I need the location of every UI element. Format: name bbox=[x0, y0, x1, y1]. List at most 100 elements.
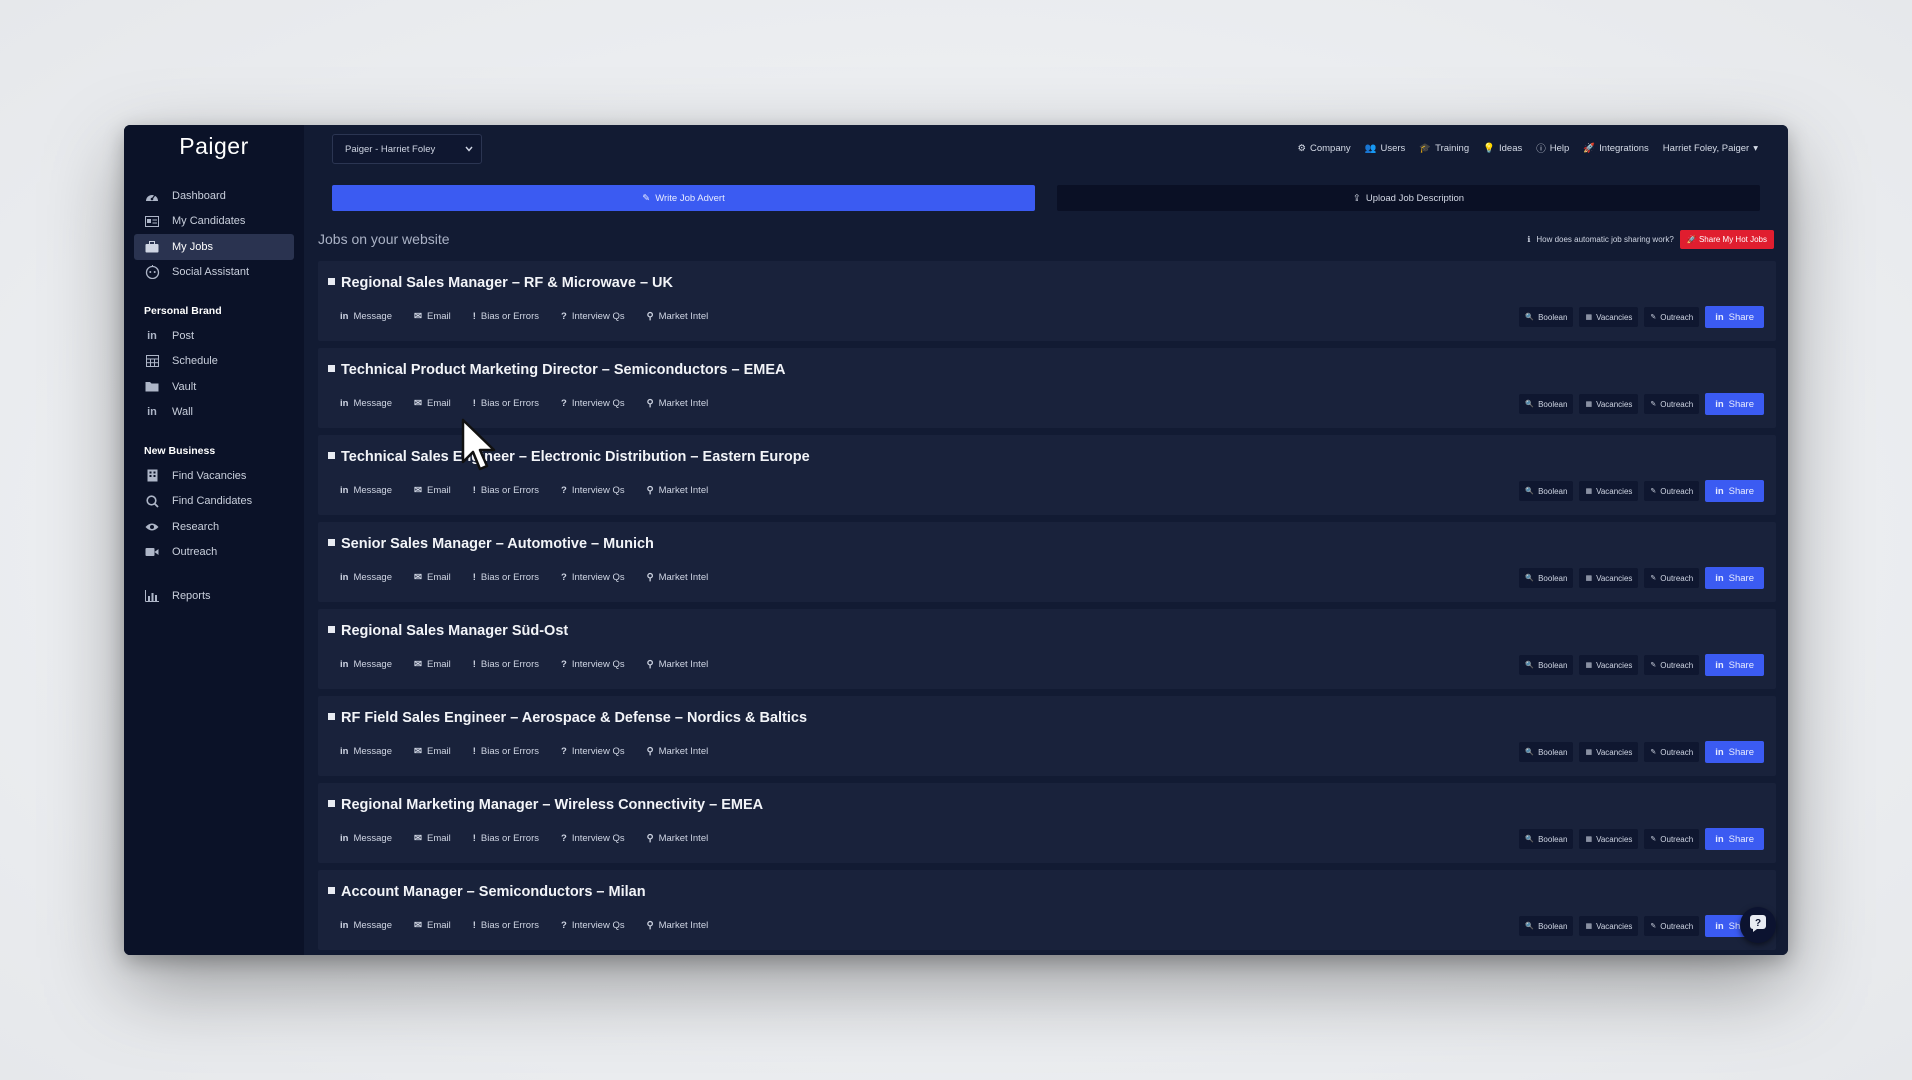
job-action-message[interactable]: in Message bbox=[340, 572, 392, 583]
job-action-email[interactable]: ✉ Email bbox=[414, 485, 451, 496]
job-action-interview-qs[interactable]: ? Interview Qs bbox=[561, 659, 625, 670]
job-tool-outreach-button[interactable]: ✎ Outreach bbox=[1644, 307, 1700, 327]
job-action-email[interactable]: ✉ Email bbox=[414, 920, 451, 931]
job-action-interview-qs[interactable]: ? Interview Qs bbox=[561, 920, 625, 931]
job-title[interactable]: Regional Sales Manager Süd-Ost bbox=[328, 623, 568, 639]
sidebar-item-dashboard[interactable]: Dashboard bbox=[134, 183, 294, 209]
sidebar-item-find-candidates[interactable]: Find Candidates bbox=[134, 489, 294, 515]
job-tool-boolean-button[interactable]: 🔍 Boolean bbox=[1519, 568, 1574, 588]
top-menu-integrations[interactable]: 🚀 Integrations bbox=[1583, 143, 1649, 154]
job-action-market-intel[interactable]: ⚲ Market Intel bbox=[647, 659, 709, 670]
job-action-email[interactable]: ✉ Email bbox=[414, 572, 451, 583]
sidebar-item-social-assistant[interactable]: Social Assistant bbox=[134, 260, 294, 286]
job-action-message[interactable]: in Message bbox=[340, 746, 392, 757]
job-action-bias-or-errors[interactable]: ! Bias or Errors bbox=[473, 398, 539, 409]
job-action-email[interactable]: ✉ Email bbox=[414, 311, 451, 322]
share-button[interactable]: in Share bbox=[1705, 741, 1764, 763]
job-tool-vacancies-button[interactable]: ▦ Vacancies bbox=[1579, 829, 1639, 849]
job-tool-boolean-button[interactable]: 🔍 Boolean bbox=[1519, 655, 1574, 675]
job-tool-outreach-button[interactable]: ✎ Outreach bbox=[1644, 916, 1700, 936]
job-tool-boolean-button[interactable]: 🔍 Boolean bbox=[1519, 742, 1574, 762]
job-tool-boolean-button[interactable]: 🔍 Boolean bbox=[1519, 829, 1574, 849]
top-menu-users[interactable]: 👥 Users bbox=[1365, 143, 1406, 154]
sidebar-item-post[interactable]: in Post bbox=[134, 323, 294, 349]
job-title[interactable]: Senior Sales Manager – Automotive – Muni… bbox=[328, 536, 654, 552]
job-sharing-help-link[interactable]: How does automatic job sharing work? bbox=[1536, 235, 1673, 244]
top-menu-training[interactable]: 🎓 Training bbox=[1419, 143, 1469, 154]
job-tool-vacancies-button[interactable]: ▦ Vacancies bbox=[1579, 307, 1639, 327]
job-tool-vacancies-button[interactable]: ▦ Vacancies bbox=[1579, 916, 1639, 936]
job-action-bias-or-errors[interactable]: ! Bias or Errors bbox=[473, 485, 539, 496]
share-button[interactable]: in Share bbox=[1705, 393, 1764, 415]
share-button[interactable]: in Share bbox=[1705, 480, 1764, 502]
job-action-bias-or-errors[interactable]: ! Bias or Errors bbox=[473, 920, 539, 931]
job-tool-vacancies-button[interactable]: ▦ Vacancies bbox=[1579, 742, 1639, 762]
job-tool-vacancies-button[interactable]: ▦ Vacancies bbox=[1579, 394, 1639, 414]
job-tool-outreach-button[interactable]: ✎ Outreach bbox=[1644, 568, 1700, 588]
account-select[interactable]: Paiger - Harriet Foley bbox=[332, 134, 482, 164]
sidebar-item-outreach[interactable]: Outreach bbox=[134, 540, 294, 566]
job-action-market-intel[interactable]: ⚲ Market Intel bbox=[647, 311, 709, 322]
job-action-email[interactable]: ✉ Email bbox=[414, 833, 451, 844]
job-action-message[interactable]: in Message bbox=[340, 659, 392, 670]
job-action-interview-qs[interactable]: ? Interview Qs bbox=[561, 746, 625, 757]
job-tool-outreach-button[interactable]: ✎ Outreach bbox=[1644, 655, 1700, 675]
job-action-bias-or-errors[interactable]: ! Bias or Errors bbox=[473, 572, 539, 583]
job-tool-boolean-button[interactable]: 🔍 Boolean bbox=[1519, 394, 1574, 414]
job-action-email[interactable]: ✉ Email bbox=[414, 398, 451, 409]
job-action-interview-qs[interactable]: ? Interview Qs bbox=[561, 311, 625, 322]
job-title[interactable]: Regional Marketing Manager – Wireless Co… bbox=[328, 797, 763, 813]
job-tool-outreach-button[interactable]: ✎ Outreach bbox=[1644, 829, 1700, 849]
sidebar-item-schedule[interactable]: Schedule bbox=[134, 349, 294, 375]
user-menu[interactable]: Harriet Foley, Paiger ▾ bbox=[1663, 143, 1758, 154]
job-action-message[interactable]: in Message bbox=[340, 833, 392, 844]
job-action-interview-qs[interactable]: ? Interview Qs bbox=[561, 833, 625, 844]
share-hot-jobs-button[interactable]: 🚀 Share My Hot Jobs bbox=[1679, 229, 1774, 249]
job-title[interactable]: Account Manager – Semiconductors – Milan bbox=[328, 884, 646, 900]
sidebar-item-find-vacancies[interactable]: Find Vacancies bbox=[134, 463, 294, 489]
job-action-email[interactable]: ✉ Email bbox=[414, 746, 451, 757]
job-tool-boolean-button[interactable]: 🔍 Boolean bbox=[1519, 307, 1574, 327]
job-action-interview-qs[interactable]: ? Interview Qs bbox=[561, 398, 625, 409]
sidebar-item-my-candidates[interactable]: My Candidates bbox=[134, 209, 294, 235]
sidebar-item-my-jobs[interactable]: My Jobs bbox=[134, 234, 294, 260]
job-title[interactable]: Regional Sales Manager – RF & Microwave … bbox=[328, 275, 673, 291]
job-action-bias-or-errors[interactable]: ! Bias or Errors bbox=[473, 833, 539, 844]
top-menu-ideas[interactable]: 💡 Ideas bbox=[1483, 143, 1522, 154]
job-action-market-intel[interactable]: ⚲ Market Intel bbox=[647, 572, 709, 583]
job-title[interactable]: RF Field Sales Engineer – Aerospace & De… bbox=[328, 710, 807, 726]
share-button[interactable]: in Share bbox=[1705, 828, 1764, 850]
job-action-bias-or-errors[interactable]: ! Bias or Errors bbox=[473, 659, 539, 670]
job-tool-outreach-button[interactable]: ✎ Outreach bbox=[1644, 742, 1700, 762]
job-tool-vacancies-button[interactable]: ▦ Vacancies bbox=[1579, 568, 1639, 588]
share-button[interactable]: in Share bbox=[1705, 567, 1764, 589]
sidebar-item-wall[interactable]: in Wall bbox=[134, 400, 294, 426]
job-tool-vacancies-button[interactable]: ▦ Vacancies bbox=[1579, 481, 1639, 501]
job-action-bias-or-errors[interactable]: ! Bias or Errors bbox=[473, 311, 539, 322]
top-menu-help[interactable]: ⓘ Help bbox=[1536, 141, 1569, 156]
job-action-bias-or-errors[interactable]: ! Bias or Errors bbox=[473, 746, 539, 757]
job-tool-boolean-button[interactable]: 🔍 Boolean bbox=[1519, 916, 1574, 936]
job-action-message[interactable]: in Message bbox=[340, 398, 392, 409]
help-chat-button[interactable]: ? bbox=[1740, 907, 1776, 943]
top-menu-company[interactable]: ⚙ Company bbox=[1297, 143, 1350, 154]
job-action-message[interactable]: in Message bbox=[340, 920, 392, 931]
job-title[interactable]: Technical Sales Engineer – Electronic Di… bbox=[328, 449, 810, 465]
sidebar-item-vault[interactable]: Vault bbox=[134, 374, 294, 400]
job-tool-boolean-button[interactable]: 🔍 Boolean bbox=[1519, 481, 1574, 501]
job-action-email[interactable]: ✉ Email bbox=[414, 659, 451, 670]
job-action-interview-qs[interactable]: ? Interview Qs bbox=[561, 572, 625, 583]
job-action-market-intel[interactable]: ⚲ Market Intel bbox=[647, 746, 709, 757]
job-tool-outreach-button[interactable]: ✎ Outreach bbox=[1644, 394, 1700, 414]
job-action-market-intel[interactable]: ⚲ Market Intel bbox=[647, 833, 709, 844]
write-job-advert-button[interactable]: ✎ Write Job Advert bbox=[332, 185, 1035, 211]
job-action-market-intel[interactable]: ⚲ Market Intel bbox=[647, 920, 709, 931]
job-action-market-intel[interactable]: ⚲ Market Intel bbox=[647, 485, 709, 496]
job-title[interactable]: Technical Product Marketing Director – S… bbox=[328, 362, 786, 378]
job-tool-outreach-button[interactable]: ✎ Outreach bbox=[1644, 481, 1700, 501]
job-tool-vacancies-button[interactable]: ▦ Vacancies bbox=[1579, 655, 1639, 675]
sidebar-item-reports[interactable]: Reports bbox=[134, 583, 294, 609]
job-action-message[interactable]: in Message bbox=[340, 311, 392, 322]
share-button[interactable]: in Share bbox=[1705, 654, 1764, 676]
share-button[interactable]: in Share bbox=[1705, 306, 1764, 328]
